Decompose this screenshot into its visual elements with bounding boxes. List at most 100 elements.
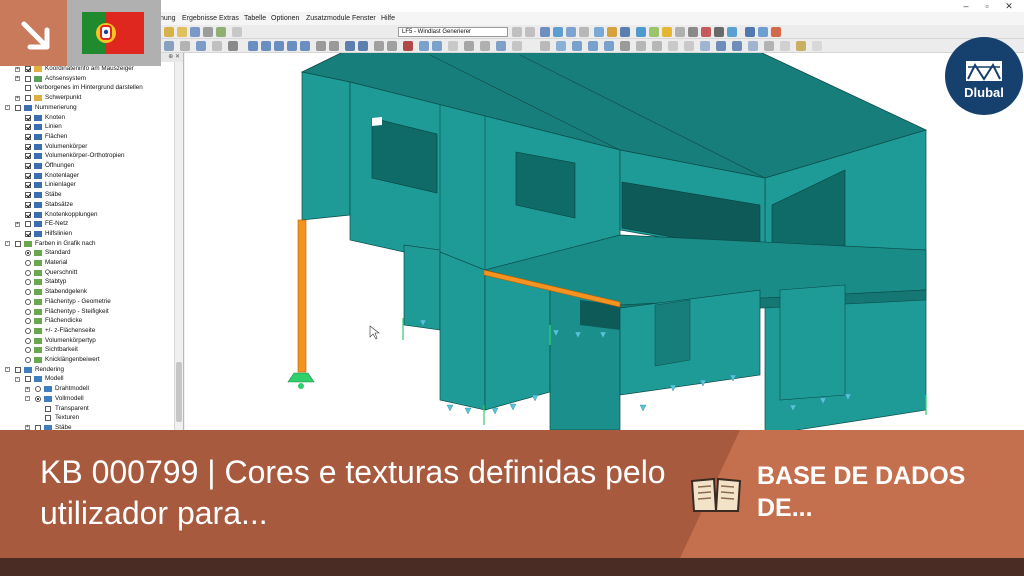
tree-item[interactable]: +/- z-Flächenseite	[0, 326, 172, 336]
menu-item-ergebnisse[interactable]: Ergebnisse	[182, 12, 217, 25]
filter-icon[interactable]	[688, 27, 698, 37]
member-icon[interactable]	[274, 41, 284, 51]
tree-item[interactable]: Querschnitt	[0, 268, 172, 278]
node-support[interactable]	[287, 372, 315, 389]
tools-icon[interactable]	[764, 41, 774, 51]
radio-button[interactable]	[25, 357, 31, 363]
tree-item[interactable]: Linien	[0, 122, 172, 132]
tree-item[interactable]: Flächen	[0, 132, 172, 142]
tree-item[interactable]: Standard	[0, 248, 172, 258]
workplane-icon[interactable]	[496, 41, 506, 51]
close-icon[interactable]: ✕	[998, 0, 1020, 12]
tree-item[interactable]: Volumenkörper-Orthotropien	[0, 151, 172, 161]
divide-icon[interactable]	[636, 41, 646, 51]
collapse-icon[interactable]: -	[15, 376, 20, 382]
pin-icon[interactable]: ⊕	[168, 54, 173, 60]
checkbox[interactable]	[25, 153, 31, 160]
select-icon[interactable]	[164, 41, 174, 51]
checkbox[interactable]	[25, 211, 31, 218]
collapse-icon[interactable]: -	[25, 396, 30, 402]
maximize-icon[interactable]: ▫	[976, 0, 998, 12]
move-icon[interactable]	[180, 41, 190, 51]
expand-icon[interactable]: +	[15, 66, 20, 72]
load-case-select[interactable]: LF5 - Windlast Generierer	[398, 27, 508, 37]
units-icon[interactable]	[748, 41, 758, 51]
checkbox[interactable]	[25, 192, 31, 199]
checkbox[interactable]	[25, 66, 31, 72]
x-view-icon[interactable]	[649, 27, 659, 37]
settings-icon[interactable]	[714, 27, 724, 37]
load-case-icon[interactable]	[358, 41, 368, 51]
radio-button[interactable]	[35, 395, 41, 402]
scrollbar-thumb[interactable]	[176, 362, 182, 422]
tree-item[interactable]: Knotenlager	[0, 171, 172, 181]
mirror-icon[interactable]	[432, 41, 442, 51]
dropdown-arrow-icon[interactable]	[812, 41, 822, 51]
circle-icon[interactable]	[604, 41, 614, 51]
display-icon[interactable]	[579, 27, 589, 37]
column-member[interactable]	[297, 219, 307, 373]
ground-wall[interactable]	[403, 244, 441, 331]
grid-toggle-icon[interactable]	[758, 27, 768, 37]
collapse-icon[interactable]: -	[5, 367, 10, 373]
radio-button[interactable]	[25, 269, 31, 276]
checkbox[interactable]	[15, 104, 21, 111]
checkbox[interactable]	[25, 201, 31, 208]
tree-item[interactable]: Stäbe	[0, 190, 172, 200]
panel-icon[interactable]	[732, 41, 742, 51]
tree-item[interactable]: - Farben in Grafik nach	[0, 239, 172, 249]
redo-icon[interactable]	[228, 41, 238, 51]
navigator-scrollbar[interactable]	[174, 62, 183, 430]
tree-item[interactable]: Sichtbarkeit	[0, 345, 172, 355]
tree-item[interactable]: - Modell	[0, 374, 172, 384]
table-icon[interactable]	[216, 27, 226, 37]
checkbox[interactable]	[15, 240, 21, 247]
left-wall[interactable]	[301, 71, 351, 221]
polyline-icon[interactable]	[620, 41, 630, 51]
tree-item[interactable]: Volumenkörpertyp	[0, 336, 172, 346]
radio-button[interactable]	[25, 298, 31, 305]
menu-item-optionen[interactable]: Optionen	[271, 12, 299, 25]
radio-button[interactable]	[25, 327, 31, 334]
snap-icon[interactable]	[745, 27, 755, 37]
checkbox[interactable]	[25, 221, 31, 228]
results-icon[interactable]	[540, 27, 550, 37]
rotate-icon[interactable]	[419, 41, 429, 51]
checkbox[interactable]	[15, 366, 21, 373]
tree-item[interactable]: Stabsätze	[0, 200, 172, 210]
ground-wall[interactable]	[484, 274, 551, 411]
structure-model[interactable]	[185, 53, 1024, 430]
tree-item[interactable]: - Rendering	[0, 365, 172, 375]
graphic-icon[interactable]	[771, 27, 781, 37]
checkbox[interactable]	[25, 376, 31, 383]
radio-button[interactable]	[25, 289, 31, 296]
radio-button[interactable]	[25, 279, 31, 286]
print-icon[interactable]	[203, 27, 213, 37]
radio-button[interactable]	[25, 318, 31, 325]
checkbox[interactable]	[25, 75, 31, 82]
y-view-icon[interactable]	[662, 27, 672, 37]
tree-item[interactable]: Flächendicke	[0, 316, 172, 326]
axes-icon[interactable]	[464, 41, 474, 51]
spline-icon[interactable]	[572, 41, 582, 51]
tree-item[interactable]: - Nummerierung	[0, 103, 172, 113]
checkbox[interactable]	[25, 163, 31, 169]
tree-item[interactable]: Knotenkopplungen	[0, 210, 172, 220]
view-icon[interactable]	[566, 27, 576, 37]
line-icon[interactable]	[261, 41, 271, 51]
selection-icon[interactable]	[607, 27, 617, 37]
layer-icon[interactable]	[700, 41, 710, 51]
checkbox[interactable]	[25, 85, 31, 92]
palette-icon[interactable]	[780, 41, 790, 51]
tree-item[interactable]: Linienlager	[0, 180, 172, 190]
tree-item[interactable]: Knoten	[0, 113, 172, 123]
menu-item-hilfe[interactable]: Hilfe	[381, 12, 395, 25]
checkbox[interactable]	[25, 182, 31, 189]
tree-item[interactable]: - Vollmodell	[0, 394, 172, 404]
node-icon[interactable]	[248, 41, 258, 51]
checkbox[interactable]	[25, 133, 31, 140]
tree-item[interactable]: Transparent	[0, 404, 172, 414]
copy-icon[interactable]	[196, 41, 206, 51]
category-label[interactable]: BASE DE DADOS DE...	[757, 460, 1007, 524]
radio-button[interactable]	[25, 337, 31, 344]
